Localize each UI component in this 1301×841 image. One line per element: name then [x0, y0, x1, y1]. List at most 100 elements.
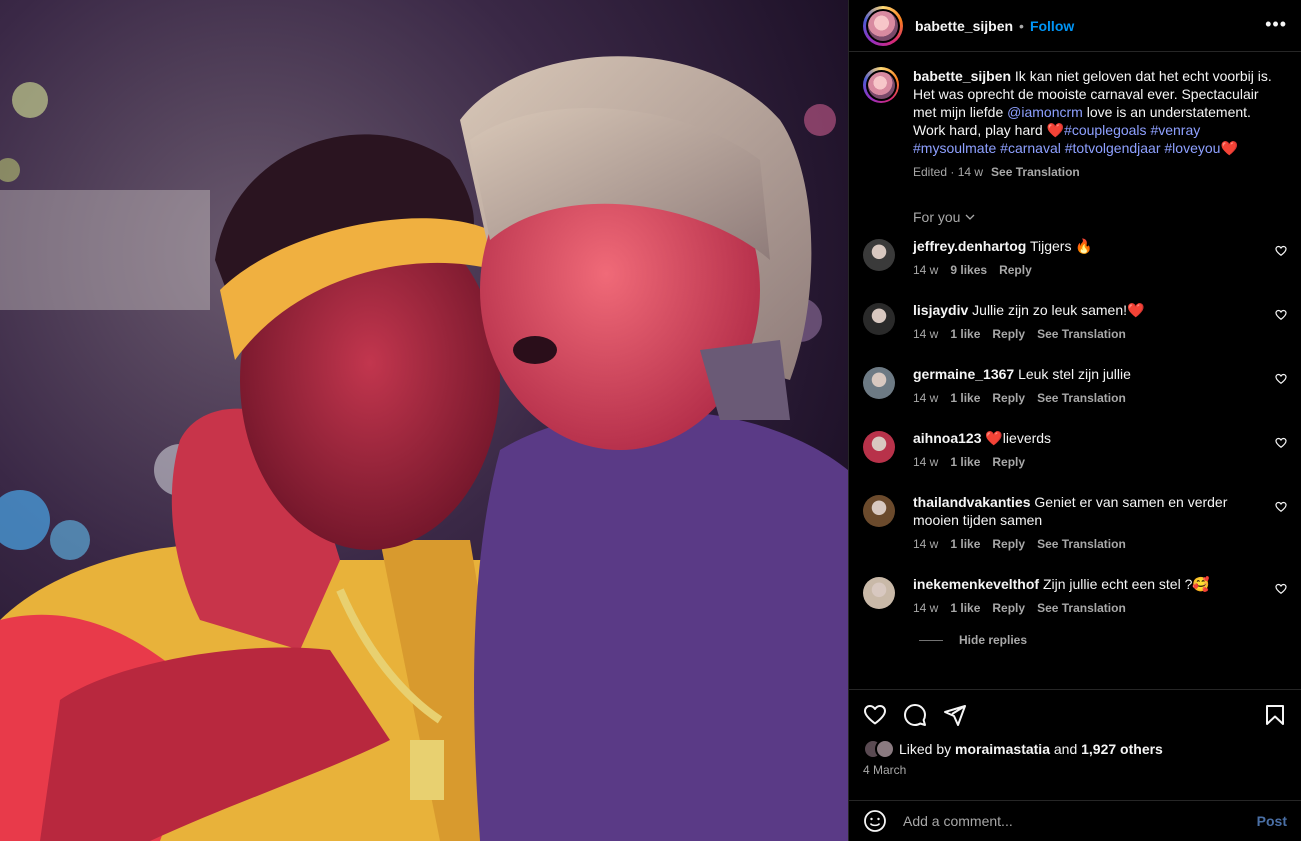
separator-dot: • — [1019, 17, 1024, 34]
comment-see-translation[interactable]: See Translation — [1037, 599, 1126, 617]
post-date[interactable]: 4 March — [863, 763, 1287, 777]
comment-reply-button[interactable]: Reply — [992, 325, 1025, 343]
comment-time[interactable]: 14 w — [913, 389, 938, 407]
emoji-icon[interactable] — [863, 809, 887, 833]
commenter-avatar[interactable] — [863, 495, 895, 527]
comment-item: inekemenkevelthof Zijn jullie echt een s… — [863, 575, 1287, 617]
comment-reply-button[interactable]: Reply — [992, 535, 1025, 553]
hashtag[interactable]: #couplegoals — [1064, 122, 1147, 138]
commenter-username[interactable]: jeffrey.denhartog — [913, 238, 1026, 254]
comment-bubble-icon[interactable] — [903, 703, 927, 727]
caption-heart-emoji: ❤️ — [1046, 122, 1065, 138]
comment-likes-count[interactable]: 9 likes — [950, 261, 987, 279]
more-options-icon[interactable]: ••• — [1265, 14, 1287, 35]
comment-time[interactable]: 14 w — [913, 453, 938, 471]
follow-button[interactable]: Follow — [1030, 18, 1074, 34]
liked-by-others[interactable]: 1,927 others — [1081, 741, 1163, 757]
caption-text: babette_sijben Ik kan niet geloven dat h… — [913, 67, 1273, 157]
caption-end-heart: ❤️ — [1220, 140, 1238, 156]
comment-reply-button[interactable]: Reply — [992, 599, 1025, 617]
post-modal: babette_sijben • Follow ••• babette_sijb… — [0, 0, 1301, 841]
chevron-down-icon — [966, 214, 975, 220]
comment-time[interactable]: 14 w — [913, 325, 938, 343]
commenter-avatar[interactable] — [863, 431, 895, 463]
comment-likes-count[interactable]: 1 like — [950, 453, 980, 471]
comment-text: Leuk stel zijn jullie — [1018, 366, 1131, 382]
comment-see-translation[interactable]: See Translation — [1037, 389, 1126, 407]
comment-like-heart-icon[interactable] — [1275, 501, 1287, 513]
liked-by-prefix: Liked by — [899, 741, 956, 757]
see-translation-link[interactable]: See Translation — [991, 165, 1080, 179]
comment-reply-button[interactable]: Reply — [999, 261, 1032, 279]
comment-item: aihnoa123 ❤️lieverds 14 w 1 like Reply — [863, 429, 1287, 471]
comment-reply-button[interactable]: Reply — [992, 453, 1025, 471]
likes-summary[interactable]: Liked by moraimastatia and 1,927 others — [863, 739, 1287, 759]
comment-text: ❤️lieverds — [985, 430, 1052, 446]
comment-text: Zijn jullie echt een stel ?🥰 — [1042, 576, 1210, 592]
comment-likes-count[interactable]: 1 like — [950, 389, 980, 407]
comment-like-heart-icon[interactable] — [1275, 373, 1287, 385]
commenter-avatar[interactable] — [863, 239, 895, 271]
comment-time[interactable]: 14 w — [913, 599, 938, 617]
hashtag[interactable]: #loveyou — [1164, 140, 1220, 156]
comments-scroll[interactable]: babette_sijben Ik kan niet geloven dat h… — [849, 53, 1301, 689]
like-heart-icon[interactable] — [863, 703, 887, 727]
comment-see-translation[interactable]: See Translation — [1037, 535, 1126, 553]
commenter-avatar[interactable] — [863, 303, 895, 335]
comment-item: jeffrey.denhartog Tijgers 🔥 14 w 9 likes… — [863, 237, 1287, 279]
comment-time[interactable]: 14 w — [913, 261, 938, 279]
comment-text: Tijgers 🔥 — [1029, 238, 1093, 254]
liked-by-user[interactable]: moraimastatia — [955, 741, 1050, 757]
commenter-avatar[interactable] — [863, 577, 895, 609]
commenter-username[interactable]: thailandvakanties — [913, 494, 1031, 510]
save-bookmark-icon[interactable] — [1263, 703, 1287, 727]
hashtag[interactable]: #venray — [1150, 122, 1200, 138]
commenter-avatar[interactable] — [863, 367, 895, 399]
comment-like-heart-icon[interactable] — [1275, 583, 1287, 595]
share-send-icon[interactable] — [943, 703, 967, 727]
author-avatar[interactable] — [863, 5, 903, 46]
comment-item: thailandvakanties Geniet er van samen en… — [863, 493, 1287, 553]
commenter-username[interactable]: lisjaydiv — [913, 302, 968, 318]
comment-reply-button[interactable]: Reply — [992, 389, 1025, 407]
hashtag[interactable]: #carnaval — [1000, 140, 1061, 156]
comment-likes-count[interactable]: 1 like — [950, 599, 980, 617]
post-photo[interactable] — [0, 0, 848, 841]
caption-edited-time: Edited · 14 w — [913, 165, 984, 179]
liker-avatar — [875, 739, 895, 759]
caption-meta: Edited · 14 w See Translation — [913, 163, 1273, 181]
comment-like-heart-icon[interactable] — [1275, 245, 1287, 257]
comment-item: lisjaydiv Jullie zijn zo leuk samen!❤️ 1… — [863, 301, 1287, 343]
comment-see-translation[interactable]: See Translation — [1037, 325, 1126, 343]
comment-like-heart-icon[interactable] — [1275, 437, 1287, 449]
comment-sort-label: For you — [913, 209, 961, 225]
caption: babette_sijben Ik kan niet geloven dat h… — [863, 67, 1287, 181]
add-comment-bar: Post — [849, 800, 1301, 841]
hide-replies-button[interactable]: Hide replies — [919, 633, 1287, 647]
comment-sort-dropdown[interactable]: For you — [913, 209, 1287, 225]
liked-by-middle: and — [1049, 741, 1082, 757]
comment-text: Jullie zijn zo leuk samen!❤️ — [972, 302, 1145, 318]
comment-likes-count[interactable]: 1 like — [950, 325, 980, 343]
comment-item: germaine_1367 Leuk stel zijn jullie 14 w… — [863, 365, 1287, 407]
commenter-username[interactable]: germaine_1367 — [913, 366, 1014, 382]
caption-avatar[interactable] — [863, 67, 899, 103]
hashtag[interactable]: #totvolgendjaar — [1065, 140, 1161, 156]
hide-replies-label: Hide replies — [959, 633, 1028, 647]
commenter-username[interactable]: aihnoa123 — [913, 430, 981, 446]
photo-illustration — [0, 0, 848, 841]
comment-like-heart-icon[interactable] — [1275, 309, 1287, 321]
hashtag[interactable]: #mysoulmate — [913, 140, 996, 156]
post-sidebar: babette_sijben • Follow ••• babette_sijb… — [848, 0, 1301, 841]
commenter-username[interactable]: inekemenkevelthof — [913, 576, 1039, 592]
author-username[interactable]: babette_sijben — [915, 18, 1013, 34]
comment-input[interactable] — [903, 813, 1257, 829]
comment-likes-count[interactable]: 1 like — [950, 535, 980, 553]
caption-mention[interactable]: @iamoncrm — [1007, 104, 1083, 120]
post-header: babette_sijben • Follow ••• — [849, 0, 1301, 52]
caption-username[interactable]: babette_sijben — [913, 68, 1011, 84]
post-comment-button[interactable]: Post — [1257, 813, 1287, 829]
comment-time[interactable]: 14 w — [913, 535, 938, 553]
post-actions: Liked by moraimastatia and 1,927 others … — [849, 689, 1301, 789]
comments-list: jeffrey.denhartog Tijgers 🔥 14 w 9 likes… — [863, 237, 1287, 617]
